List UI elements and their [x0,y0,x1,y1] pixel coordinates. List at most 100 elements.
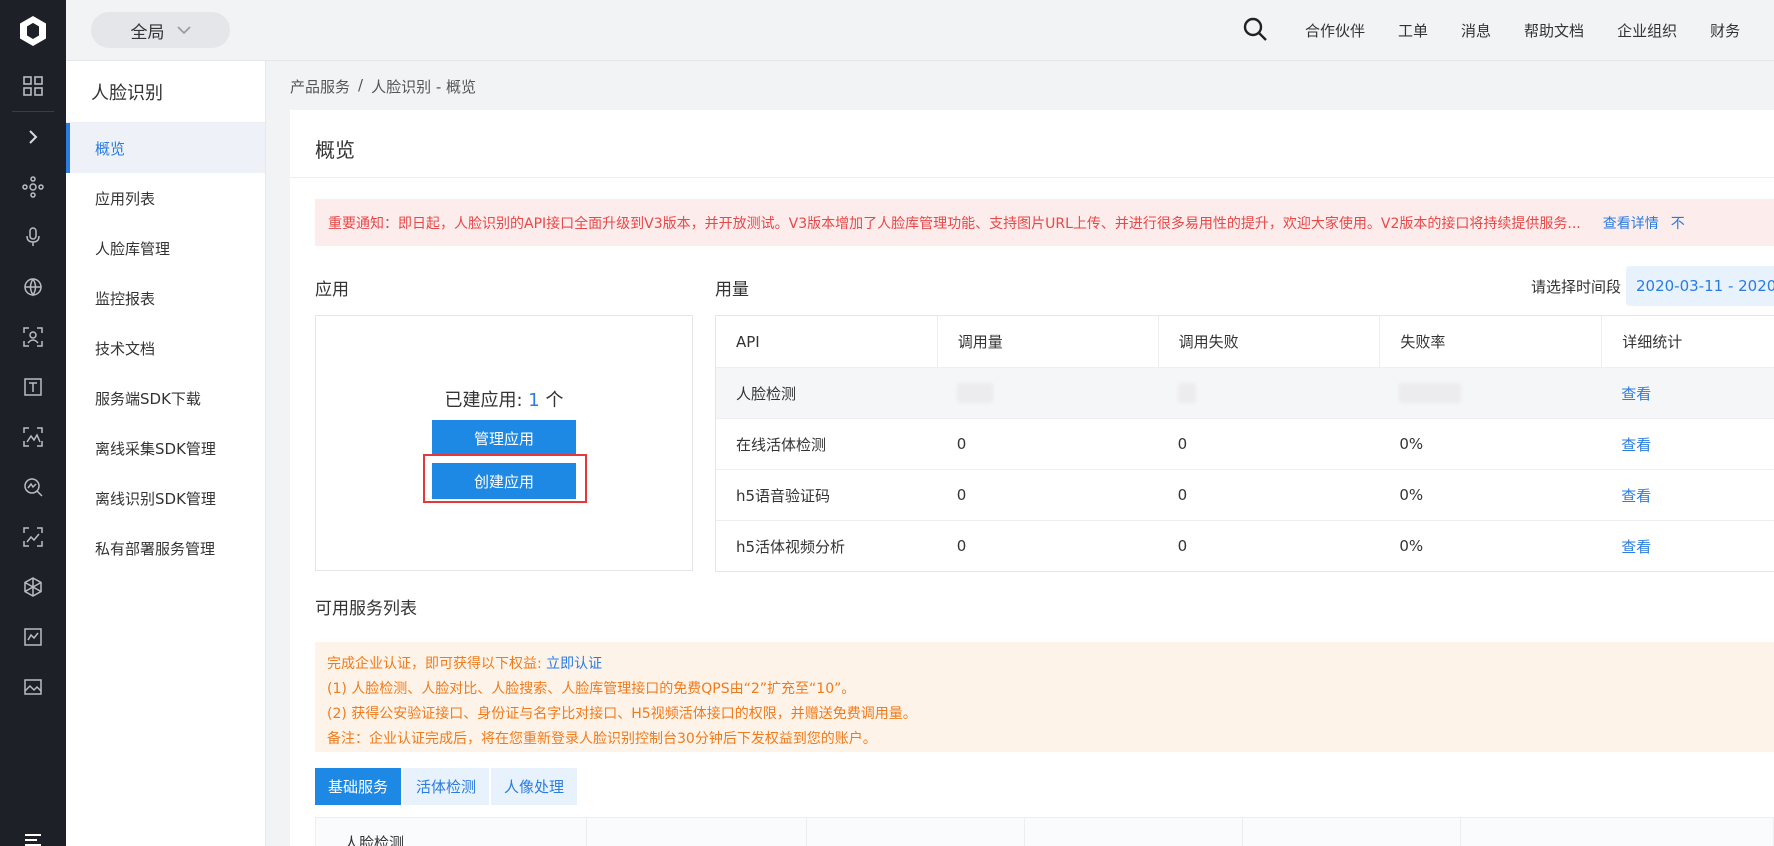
app-count-number: 1 [528,390,540,411]
tab-liveness-detection[interactable]: 活体检测 [403,768,490,805]
sidebar-item-tech-docs[interactable]: 技术文档 [66,323,265,373]
sidebar-item-face-library[interactable]: 人脸库管理 [66,223,265,273]
chevron-down-icon [176,26,191,35]
logo-icon[interactable] [0,0,66,61]
col-header-fails: 调用失败 [1157,316,1380,367]
sidebar-item-offline-recognition-sdk[interactable]: 离线识别SDK管理 [66,473,265,523]
tab-basic-services[interactable]: 基础服务 [315,768,402,805]
top-bar: 全局 合作伙伴 工单 消息 帮助文档 企业组织 财务 [66,0,1774,61]
cell-calls: 0 [956,486,967,504]
table-row: 人脸检测 查看 [716,367,1774,418]
cube-icon[interactable] [0,562,66,612]
breadcrumb-root[interactable]: 产品服务 [290,76,350,97]
app-count-prefix: 已建应用: [444,390,529,411]
breadcrumb: 产品服务 / 人脸识别 - 概览 [290,76,476,97]
search-icon[interactable] [1242,16,1268,46]
chart-board-icon[interactable] [0,612,66,662]
breadcrumb-separator: / [358,76,364,94]
table-column-divider [586,818,587,846]
notice-details-link[interactable]: 查看详情 [1603,213,1659,233]
main-panel: 概览 重要通知：即日起，人脸识别的API接口全面升级到V3版本，并开放测试。V3… [290,110,1774,846]
grid-icon[interactable] [0,61,66,111]
network-icon[interactable] [0,162,66,212]
nav-organization[interactable]: 企业组织 [1617,20,1677,41]
sidebar-item-monitoring[interactable]: 监控报表 [66,273,265,323]
nav-messages[interactable]: 消息 [1461,20,1491,41]
apps-section-title: 应用 [315,280,349,300]
sidebar-item-app-list[interactable]: 应用列表 [66,173,265,223]
top-nav: 合作伙伴 工单 消息 帮助文档 企业组织 财务 [1305,0,1773,61]
image-analysis-icon[interactable] [0,412,66,462]
nav-help-docs[interactable]: 帮助文档 [1524,20,1584,41]
nav-finance[interactable]: 财务 [1710,20,1740,41]
benefits-line-3: (2) 获得公安验证接口、身份证与名字比对接口、H5视频活体接口的权限，并赠送免… [327,706,917,722]
globe-icon[interactable] [0,262,66,312]
usage-table: API 调用量 调用失败 失败率 详细统计 人脸检测 查看 在线活体检测 0 0… [715,315,1774,572]
col-header-fail-rate: 失败率 [1379,316,1601,367]
apps-card: 已建应用: 1 个 管理应用 创建应用 [315,315,693,571]
table-column-divider [1460,818,1461,846]
notice-dismiss-link[interactable]: 不 [1671,213,1685,233]
cell-calls: 0 [956,435,967,453]
view-details-link[interactable]: 查看 [1601,419,1774,469]
cell-api: h5活体视频分析 [736,537,846,556]
table-row: h5活体视频分析 0 0 0% 查看 [716,520,1774,571]
cell-rate: 0% [1399,486,1424,504]
col-header-calls: 调用量 [936,316,1158,367]
cell-rate-redacted [1379,368,1601,418]
app-count-suffix: 个 [539,390,564,411]
cell-api: 在线活体检测 [736,435,827,454]
text-recognition-icon[interactable] [0,362,66,412]
view-details-link[interactable]: 查看 [1601,521,1774,571]
sidebar-item-server-sdk[interactable]: 服务端SDK下载 [66,373,265,423]
table-column-divider [1024,818,1025,846]
time-range-picker[interactable]: 2020-03-11 - 2020-0 [1626,266,1774,306]
expand-chevron-icon[interactable] [0,112,66,162]
table-row: 在线活体检测 0 0 0% 查看 [716,418,1774,469]
time-range-label: 请选择时间段 [1531,278,1622,296]
tab-portrait-processing[interactable]: 人像处理 [491,768,578,805]
product-sidebar: 人脸识别 概览 应用列表 人脸库管理 监控报表 技术文档 服务端SDK下载 离线… [66,61,266,846]
verify-now-link[interactable]: 立即认证 [546,656,602,672]
nav-tickets[interactable]: 工单 [1398,20,1428,41]
benefits-notice: 完成企业认证，即可获得以下权益: 立即认证 (1) 人脸检测、人脸对比、人脸搜索… [315,642,1774,752]
cell-fails: 0 [1177,537,1188,555]
scope-label: 全局 [130,22,165,43]
page-title: 概览 [315,138,355,162]
usage-section-title: 用量 [715,280,749,300]
services-section-title: 可用服务列表 [315,599,417,619]
table-column-divider [806,818,807,846]
face-scan-icon[interactable] [0,312,66,362]
landscape-icon[interactable] [0,662,66,712]
menu-icon[interactable] [0,820,66,846]
table-header-row: API 调用量 调用失败 失败率 详细统计 [716,316,1774,367]
service-row-label: 人脸检测 [344,834,405,846]
table-column-divider [1242,818,1243,846]
image-search-icon[interactable] [0,462,66,512]
nav-partners[interactable]: 合作伙伴 [1305,20,1365,41]
microphone-icon[interactable] [0,212,66,262]
benefits-line-1: 完成企业认证，即可获得以下权益: 立即认证 [327,652,1774,677]
col-header-details: 详细统计 [1601,316,1774,367]
services-table: 人脸检测 [315,817,1774,846]
manage-apps-button[interactable]: 管理应用 [432,420,576,456]
scope-selector[interactable]: 全局 [91,12,230,48]
breadcrumb-current: 人脸识别 - 概览 [371,78,477,96]
benefits-line-2: (1) 人脸检测、人脸对比、人脸搜索、人脸库管理接口的免费QPS由“2”扩充至“… [327,681,856,697]
sidebar-item-offline-capture-sdk[interactable]: 离线采集SDK管理 [66,423,265,473]
service-tabs: 基础服务 活体检测 人像处理 [315,768,579,805]
sidebar-title: 人脸识别 [66,61,265,123]
image-recognition-icon[interactable] [0,512,66,562]
create-app-button[interactable]: 创建应用 [432,463,576,499]
notice-banner: 重要通知：即日起，人脸识别的API接口全面升级到V3版本，并开放测试。V3版本增… [315,199,1774,246]
cell-calls-redacted [937,368,1158,418]
sidebar-item-private-deploy[interactable]: 私有部署服务管理 [66,523,265,573]
sidebar-item-overview[interactable]: 概览 [66,123,265,173]
cell-rate: 0% [1399,537,1424,555]
cell-calls: 0 [956,537,967,555]
icon-rail [0,0,66,846]
view-details-link[interactable]: 查看 [1601,470,1774,520]
cell-api: 人脸检测 [736,384,797,403]
view-details-link[interactable]: 查看 [1601,368,1774,418]
col-header-api: API [736,332,760,351]
